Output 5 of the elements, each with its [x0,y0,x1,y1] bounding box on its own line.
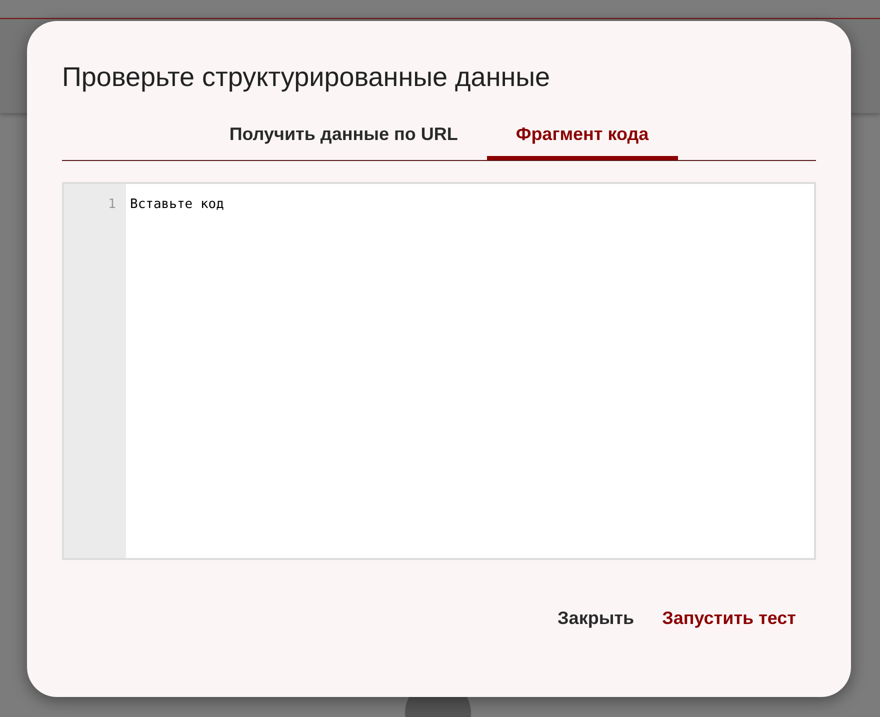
tab[interactable]: Получить данные по URL [200,112,487,160]
dialog-title: Проверьте структурированные данные [62,61,550,94]
tab[interactable]: Фрагмент кода [486,112,678,160]
run-test-button[interactable]: Запустить тест [662,605,796,632]
close-button[interactable]: Закрыть [558,605,634,632]
